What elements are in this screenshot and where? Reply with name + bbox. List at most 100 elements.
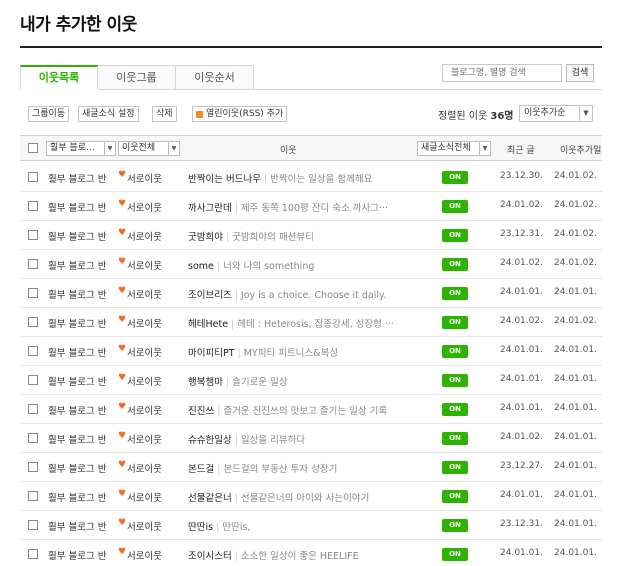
tab-neighbor-group[interactable]: 이웃그룹	[98, 65, 176, 90]
row-blog-description: MY피티 피트니스&복싱	[243, 348, 339, 359]
row-blog-name[interactable]: 까사그란데	[188, 203, 232, 214]
news-on-toggle[interactable]: ON	[442, 548, 468, 561]
news-on-toggle[interactable]: ON	[442, 374, 468, 387]
row-blog-description: 즐거운 진진쓰의 맛보고 즐기는 일상 기록	[223, 406, 388, 417]
row-blog-name[interactable]: 본드걸	[188, 464, 214, 475]
row-blog-name[interactable]: 진진쓰	[188, 406, 214, 417]
heart-icon: ♥	[118, 489, 127, 499]
news-on-toggle[interactable]: ON	[442, 490, 468, 503]
row-relation: 서로이웃	[127, 551, 162, 562]
row-group: 훨부 블로그 반	[48, 406, 107, 417]
sort-order-select[interactable]: 이웃추가순 ▼	[519, 105, 593, 122]
row-separator: |	[234, 290, 238, 301]
row-blog-description: Joy is a choice. Choose it daily.	[240, 290, 387, 301]
heart-icon: ♥	[118, 257, 127, 267]
row-checkbox[interactable]	[28, 404, 38, 414]
row-blog-name[interactable]: 조이시스터	[188, 551, 232, 562]
row-checkbox[interactable]	[28, 491, 38, 501]
page-title: 내가 추가한 이웃	[20, 15, 137, 35]
news-on-toggle[interactable]: ON	[442, 229, 468, 242]
row-blog-name[interactable]: 슈슈한일상	[188, 435, 232, 446]
row-checkbox[interactable]	[28, 172, 38, 182]
heart-icon: ♥	[118, 170, 127, 180]
select-all-checkbox[interactable]	[28, 143, 38, 153]
table-row: 훨부 블로그 반 ♥ 서로이웃 본드걸 | 본드걸의 부동산 투자 성장기 ON 23.12.…	[20, 453, 602, 482]
row-group: 훨부 블로그 반	[48, 493, 107, 504]
row-recent-post-date: 24.01.01.	[500, 345, 543, 355]
tab-underline	[254, 89, 602, 90]
sort-order-value: 이웃추가순	[524, 108, 566, 118]
row-recent-post-date: 24.01.01.	[500, 548, 543, 558]
row-relation: 서로이웃	[127, 406, 162, 417]
row-checkbox[interactable]	[28, 259, 38, 269]
row-checkbox[interactable]	[28, 346, 38, 356]
heart-icon: ♥	[118, 344, 127, 354]
news-on-toggle[interactable]: ON	[442, 519, 468, 532]
row-checkbox[interactable]	[28, 549, 38, 559]
row-blog-name[interactable]: 행복챔마	[188, 377, 223, 388]
row-checkbox[interactable]	[28, 433, 38, 443]
row-separator: |	[237, 348, 241, 359]
row-checkbox[interactable]	[28, 462, 38, 472]
rss-add-button[interactable]: 열린이웃(RSS) 추가	[192, 106, 288, 122]
search-button[interactable]: 검색	[566, 64, 594, 82]
relation-filter-select[interactable]: 이웃전체 ▼	[118, 141, 180, 156]
group-move-button[interactable]: 그룹이동	[28, 106, 70, 122]
row-neighbor: 슈슈한일상 | 일상을 리뷰하다	[188, 432, 423, 446]
news-on-toggle[interactable]: ON	[442, 345, 468, 358]
row-checkbox[interactable]	[28, 520, 38, 530]
row-blog-description: 헤테 : Heterosis, 잡종강세, 성장형 ···	[237, 319, 394, 330]
row-checkbox[interactable]	[28, 317, 38, 327]
row-group: 훨부 블로그 반	[48, 377, 107, 388]
row-separator: |	[225, 232, 230, 243]
row-recent-post-date: 24.01.01.	[500, 287, 543, 297]
row-checkbox[interactable]	[28, 375, 38, 385]
group-filter-select[interactable]: 훨부 블로... ▼	[46, 141, 116, 156]
row-added-date: 24.01.01.	[554, 548, 597, 558]
row-group: 훨부 블로그 반	[48, 348, 107, 359]
row-blog-name[interactable]: 반짝이는 버드나무	[188, 174, 261, 185]
row-checkbox[interactable]	[28, 230, 38, 240]
tab-bar: 이웃목록 이웃그룹 이웃순서	[20, 65, 254, 90]
news-on-toggle[interactable]: ON	[442, 171, 468, 184]
row-separator: |	[234, 203, 238, 214]
rss-add-label: 열린이웃(RSS) 추가	[206, 109, 284, 119]
table-row: 훨부 블로그 반 ♥ 서로이웃 슈슈한일상 | 일상을 리뷰하다 ON 24.01.02. 24…	[20, 424, 602, 453]
row-blog-name[interactable]: 마이피티PT	[188, 348, 235, 359]
heart-icon: ♥	[118, 286, 127, 296]
row-separator: |	[234, 551, 238, 562]
tab-neighbor-list[interactable]: 이웃목록	[20, 65, 98, 90]
row-neighbor: 까사그란데 | 제주 동쪽 100평 잔디 숙소 까사그···	[188, 200, 423, 214]
search-input[interactable]	[442, 64, 562, 82]
row-checkbox[interactable]	[28, 201, 38, 211]
news-on-toggle[interactable]: ON	[442, 200, 468, 213]
news-setting-button[interactable]: 새글소식 설정	[78, 106, 139, 122]
row-group: 훨부 블로그 반	[48, 464, 107, 475]
news-on-toggle[interactable]: ON	[442, 258, 468, 271]
row-added-date: 24.01.01.	[554, 403, 597, 413]
heart-icon: ♥	[118, 315, 127, 325]
news-on-toggle[interactable]: ON	[442, 461, 468, 474]
row-blog-name[interactable]: 헤테Hete	[188, 319, 228, 330]
news-on-toggle[interactable]: ON	[442, 316, 468, 329]
row-blog-name[interactable]: some	[188, 261, 214, 272]
row-blog-name[interactable]: 조이브리즈	[188, 290, 232, 301]
row-group: 훨부 블로그 반	[48, 261, 107, 272]
tab-neighbor-order[interactable]: 이웃순서	[176, 65, 254, 90]
news-filter-select[interactable]: 새글소식전체 ▼	[417, 141, 491, 156]
table-row: 훨부 블로그 반 ♥ 서로이웃 선물같은너 | 선물같은너의 아이와 사는이야기 ON 24.…	[20, 482, 602, 511]
row-group: 훨부 블로그 반	[48, 435, 107, 446]
heart-icon: ♥	[118, 373, 127, 383]
delete-button[interactable]: 삭제	[152, 106, 177, 122]
news-on-toggle[interactable]: ON	[442, 287, 468, 300]
row-recent-post-date: 23.12.31.	[500, 229, 543, 239]
row-blog-name[interactable]: 선물같은너	[188, 493, 232, 504]
row-neighbor: 마이피티PT | MY피티 피트니스&복싱	[188, 345, 423, 359]
row-blog-name[interactable]: 딴딴is	[188, 522, 213, 533]
added-date-header: 이웃추가일	[560, 146, 602, 156]
neighbor-column-header: 이웃	[280, 146, 297, 156]
row-checkbox[interactable]	[28, 288, 38, 298]
news-on-toggle[interactable]: ON	[442, 432, 468, 445]
news-on-toggle[interactable]: ON	[442, 403, 468, 416]
row-blog-name[interactable]: 굿밤희야	[188, 232, 223, 243]
